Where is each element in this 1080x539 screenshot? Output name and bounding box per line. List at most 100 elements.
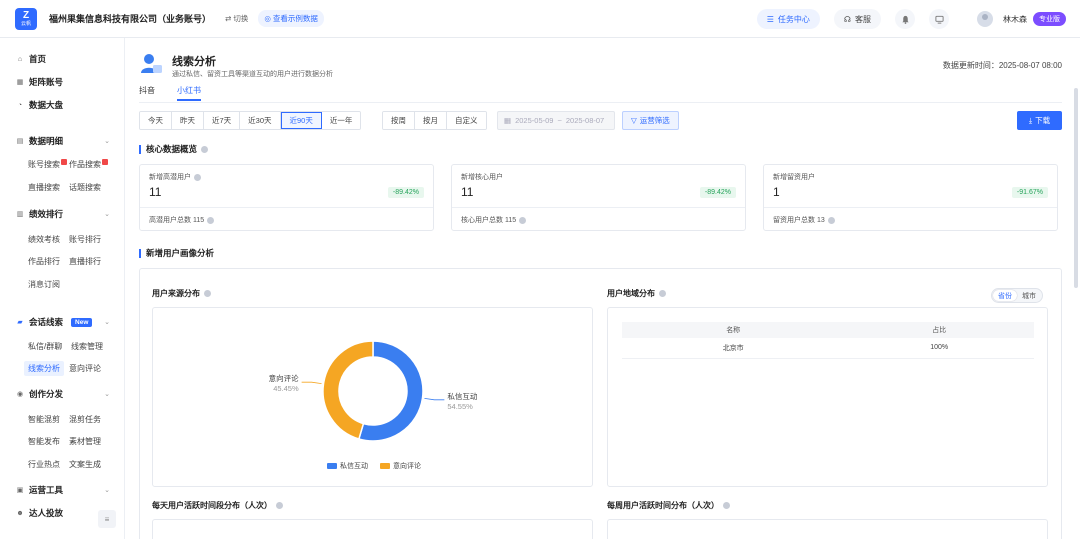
collapse-sidebar-icon[interactable]: ≡	[98, 510, 116, 528]
sidebar-item-perf-assess[interactable]: 绩效考核	[28, 234, 60, 245]
tab-xiaohongshu[interactable]: 小红书	[177, 85, 201, 101]
sidebar-item-trending[interactable]: 行业热点	[28, 459, 60, 470]
daily-active-title-text: 每天用户活跃时间段分布（人次）	[152, 501, 272, 510]
pie-leader-line-1	[301, 381, 322, 384]
sidebar-item-data-detail[interactable]: ▤ 数据明细	[16, 135, 63, 147]
grid-icon: ▦	[16, 79, 24, 86]
pie-leader-line-0	[424, 398, 445, 401]
monitor-icon[interactable]	[929, 9, 949, 29]
filter-yesterday[interactable]: 昨天	[172, 112, 204, 129]
switch-account-button[interactable]: ⇄ 切换	[225, 13, 248, 24]
ops-filter-button[interactable]: ▽ 运营筛选	[622, 111, 679, 130]
sidebar-item-ops-tools[interactable]: ▣ 运营工具	[16, 484, 63, 496]
sidebar-item-matrix[interactable]: ▦ 矩阵账号	[16, 76, 63, 88]
date-range-picker[interactable]: ▦ 2025-05-09 ~ 2025-08-07	[497, 111, 615, 130]
sidebar-item-smart-mix[interactable]: 智能混剪	[28, 414, 60, 425]
filter-90days[interactable]: 近90天	[280, 112, 322, 129]
profile-title: 新增用户画像分析	[139, 249, 214, 258]
sidebar-item-smart-publish[interactable]: 智能发布	[28, 436, 60, 447]
sidebar-item-works-rank[interactable]: 作品排行	[28, 256, 60, 267]
chevron-down-icon[interactable]: ⌄	[104, 318, 110, 326]
sidebar-item-performance[interactable]: ▥ 绩效排行	[16, 208, 63, 220]
sidebar-item-lead-analysis[interactable]: 线索分析	[24, 361, 64, 376]
profile-title-text: 新增用户画像分析	[146, 248, 215, 258]
chevron-down-icon[interactable]: ⌄	[104, 137, 110, 145]
sidebar-item-private-group[interactable]: 私信/群聊	[28, 341, 62, 352]
info-icon[interactable]	[207, 216, 215, 224]
sidebar-item-account-rank[interactable]: 账号排行	[69, 234, 101, 245]
chevron-down-icon[interactable]: ⌄	[104, 210, 110, 218]
monitor-icon-svg	[934, 15, 944, 24]
support-label: 客服	[855, 14, 871, 24]
support-button[interactable]: ☊ 客服	[833, 9, 881, 29]
info-icon[interactable]	[194, 173, 201, 181]
sidebar-item-talent[interactable]: ☻ 达人投放	[16, 507, 63, 519]
info-icon[interactable]	[201, 146, 209, 153]
bar-chart-icon: ▥	[16, 211, 24, 218]
switch-label: 切换	[233, 14, 249, 23]
view-demo-data-button[interactable]: ◎ 查看示例数据	[258, 10, 324, 27]
filter-custom[interactable]: 自定义	[447, 112, 486, 129]
kpi-value: 1	[773, 185, 780, 199]
page-scrollbar[interactable]	[1074, 88, 1078, 288]
ops-filter-label: 运营筛选	[639, 116, 670, 125]
tab-douyin[interactable]: 抖音	[139, 85, 155, 101]
toggle-province[interactable]: 省份	[993, 290, 1017, 301]
sidebar-item-account-search[interactable]: 账号搜索	[28, 159, 67, 170]
company-name: 福州果集信息科技有限公司（业务账号）	[49, 14, 212, 24]
task-center-button[interactable]: ☰ 任务中心	[756, 9, 820, 29]
username[interactable]: 林木森	[1003, 14, 1027, 25]
sidebar-label-data-detail: 数据明细	[29, 136, 64, 146]
region-table: 名称 占比 北京市 100%	[622, 322, 1034, 359]
avatar[interactable]	[977, 11, 993, 27]
user-analysis-icon	[141, 54, 162, 73]
sidebar-label-performance: 绩效排行	[29, 209, 64, 219]
legend-item-comment[interactable]: 意向评论	[380, 461, 421, 471]
headset-icon: ☊	[843, 14, 851, 24]
tab-divider	[139, 102, 1062, 103]
toolbox-icon: ▣	[16, 487, 24, 494]
filter-1year[interactable]: 近一年	[321, 112, 361, 129]
share-icon: ◉	[16, 391, 24, 398]
download-button[interactable]: ⤓ 下载	[1017, 111, 1062, 130]
sidebar-item-live-rank[interactable]: 直播排行	[69, 256, 101, 267]
kpi-label-text: 新增核心用户	[461, 174, 503, 181]
legend-swatch	[327, 463, 337, 469]
sidebar-item-create-dist[interactable]: ◉ 创作分发	[16, 388, 63, 400]
info-icon[interactable]	[276, 502, 283, 509]
filter-30days[interactable]: 近30天	[240, 112, 281, 129]
region-toggle: 省份 城市	[991, 288, 1043, 303]
sidebar-item-home[interactable]: ⌂ 首页	[16, 53, 46, 65]
sidebar-item-msg-sub[interactable]: 消息订阅	[28, 279, 60, 290]
source-donut-chart: 私信互动54.55% 意向评论45.45%	[269, 340, 478, 442]
filter-monthly[interactable]: 按月	[415, 112, 447, 129]
sidebar-item-conversation[interactable]: ▰ 会话线索 New	[16, 316, 93, 328]
filter-weekly[interactable]: 按周	[383, 112, 415, 129]
app-logo[interactable]: Z 云帆	[15, 7, 37, 30]
sidebar-item-topic-search[interactable]: 话题搜索	[69, 182, 101, 193]
sidebar-label-matrix: 矩阵账号	[29, 77, 64, 87]
info-icon[interactable]	[827, 216, 835, 224]
info-icon[interactable]	[204, 290, 211, 297]
filter-7days[interactable]: 近7天	[204, 112, 241, 129]
filter-icon: ▽	[631, 116, 637, 125]
sidebar-item-lead-manage[interactable]: 线索管理	[71, 341, 103, 352]
chevron-down-icon[interactable]: ⌄	[104, 486, 110, 494]
chat-icon: ▤	[16, 138, 24, 145]
bell-icon[interactable]	[895, 9, 915, 29]
info-icon[interactable]	[659, 290, 666, 297]
toggle-city[interactable]: 城市	[1017, 290, 1041, 301]
chevron-down-icon[interactable]: ⌄	[104, 390, 110, 398]
info-icon[interactable]	[723, 502, 730, 509]
filter-today[interactable]: 今天	[140, 112, 172, 129]
info-icon[interactable]	[519, 216, 527, 224]
sidebar-item-mix-task[interactable]: 混剪任务	[69, 414, 101, 425]
sidebar-item-material[interactable]: 素材管理	[69, 436, 101, 447]
sidebar-label-home: 首页	[29, 54, 47, 64]
sidebar-item-live-search[interactable]: 直播搜索	[28, 182, 60, 193]
sidebar-item-works-search[interactable]: 作品搜索	[69, 159, 108, 170]
legend-item-private[interactable]: 私信互动	[327, 461, 368, 471]
sidebar-item-dashboard[interactable]: ◔ 数据大盘	[16, 99, 63, 111]
sidebar-item-copy-gen[interactable]: 文案生成	[69, 459, 101, 470]
sidebar-item-intent-comment[interactable]: 意向评论	[69, 363, 101, 374]
